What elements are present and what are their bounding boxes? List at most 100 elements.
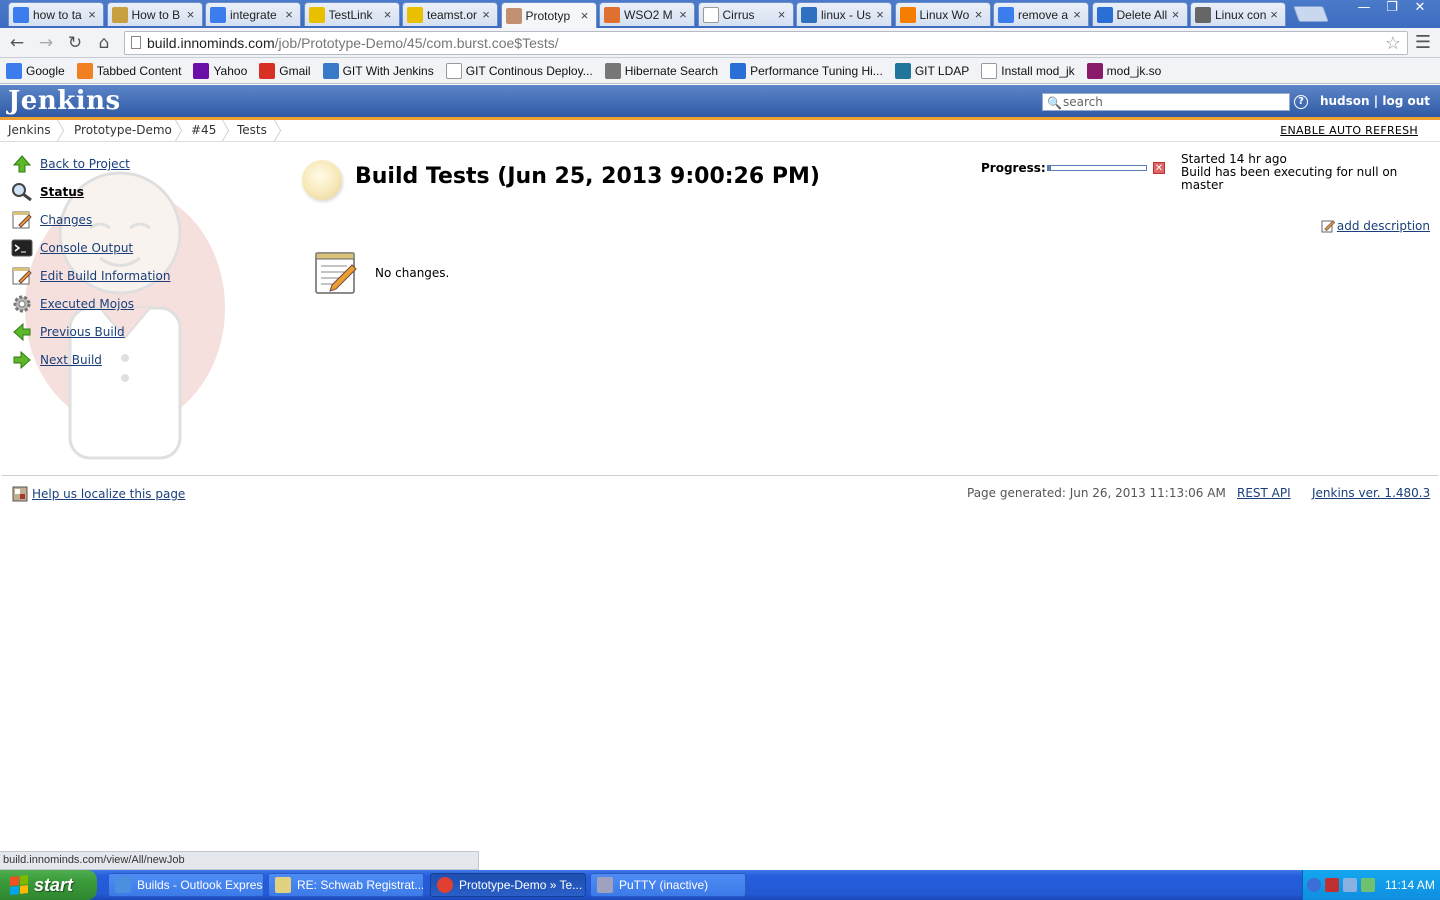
bookmark-item[interactable]: Performance Tuning Hi... (730, 62, 883, 79)
address-bar[interactable]: build.innominds.com/job/Prototype-Demo/4… (124, 31, 1408, 55)
tray-arrow-icon[interactable] (1307, 878, 1321, 892)
page-icon (702, 6, 719, 23)
task-link[interactable]: Status (40, 185, 84, 199)
breadcrumb: Jenkins Prototype-Demo #45 Tests ENABLE … (0, 120, 1440, 142)
add-description-link[interactable]: add description (1337, 219, 1430, 233)
tab-close-icon[interactable]: × (1267, 7, 1281, 22)
stop-build-icon[interactable]: ✕ (1153, 162, 1165, 174)
browser-tab[interactable]: Cirrus × (697, 2, 794, 26)
bookmark-item[interactable]: GIT With Jenkins (322, 62, 434, 79)
tab-close-icon[interactable]: × (1169, 7, 1183, 22)
bookmark-item[interactable]: GIT LDAP (894, 62, 969, 79)
browser-tab[interactable]: WSO2 M × (599, 2, 695, 26)
browser-tab[interactable]: teamst.or × (402, 2, 498, 26)
tray-security-icon[interactable] (1325, 878, 1339, 892)
tab-close-icon[interactable]: × (676, 7, 690, 22)
bookmark-item[interactable]: mod_jk.so (1086, 62, 1161, 79)
browser-tab[interactable]: Prototyp × (500, 2, 597, 28)
bookmark-item[interactable]: GIT Continous Deploy... (445, 62, 593, 79)
jboss-icon (604, 62, 621, 79)
task-link[interactable]: Console Output (40, 241, 133, 255)
browser-tab[interactable]: integrate × (205, 2, 301, 26)
browser-tab[interactable]: Linux con × (1190, 2, 1286, 26)
window-controls: — ❐ ✕ (1350, 0, 1434, 18)
bookmark-item[interactable]: Yahoo (193, 62, 247, 79)
help-icon[interactable]: ? (1294, 95, 1308, 109)
new-tab-button[interactable] (1293, 6, 1329, 22)
task-link[interactable]: Executed Mojos (40, 297, 134, 311)
breadcrumb-tests[interactable]: Tests (237, 123, 267, 137)
browser-tab[interactable]: linux - Us × (796, 2, 892, 26)
tab-close-icon[interactable]: × (972, 7, 986, 22)
jenkins-logo[interactable]: Jenkins (8, 86, 121, 116)
taskbar-item[interactable]: RE: Schwab Registrat... (268, 873, 424, 897)
task-status[interactable]: Status (10, 180, 84, 204)
rest-api-link[interactable]: REST API (1237, 486, 1291, 500)
bookmark-star-icon[interactable]: ☆ (1385, 32, 1401, 54)
start-button[interactable]: start (0, 870, 97, 900)
tab-close-icon[interactable]: × (381, 7, 395, 22)
task-link[interactable]: Previous Build (40, 325, 125, 339)
logout-link[interactable]: log out (1382, 94, 1430, 108)
taskbar-item[interactable]: PuTTY (inactive) (590, 873, 746, 897)
task-edit-build-information[interactable]: Edit Build Information (10, 264, 170, 288)
bookmark-item[interactable]: Hibernate Search (604, 62, 718, 79)
windows-taskbar: start Builds - Outlook Express RE: Schwab… (0, 870, 1440, 900)
browser-tab[interactable]: Delete All × (1091, 2, 1188, 26)
tab-close-icon[interactable]: × (775, 7, 789, 22)
close-window-button[interactable]: ✕ (1406, 0, 1434, 18)
breadcrumb-build[interactable]: #45 (191, 123, 216, 137)
menu-icon[interactable]: ☰ (1414, 33, 1432, 53)
breadcrumb-project[interactable]: Prototype-Demo (74, 123, 172, 137)
bookmark-label: Gmail (279, 63, 311, 78)
page-icon (981, 62, 998, 79)
tray-volume-icon[interactable] (1361, 878, 1375, 892)
task-changes[interactable]: Changes (10, 208, 92, 232)
task-link[interactable]: Next Build (40, 353, 102, 367)
restore-button[interactable]: ❐ (1378, 0, 1406, 18)
browser-tab[interactable]: Linux Wo × (894, 2, 991, 26)
forward-arrow-icon[interactable]: → (35, 33, 57, 53)
taskbar-item[interactable]: Prototype-Demo » Te... (430, 873, 586, 897)
tab-close-icon[interactable]: × (85, 7, 99, 22)
reload-icon[interactable]: ↻ (64, 33, 86, 53)
tab-close-icon[interactable]: × (184, 7, 198, 22)
breadcrumb-jenkins[interactable]: Jenkins (8, 123, 51, 137)
taskbar-item[interactable]: Builds - Outlook Express (108, 873, 264, 897)
user-link[interactable]: hudson (1320, 94, 1370, 108)
minimize-button[interactable]: — (1350, 0, 1378, 18)
home-icon[interactable]: ⌂ (93, 33, 115, 53)
tab-close-icon[interactable]: × (578, 8, 592, 23)
tab-close-icon[interactable]: × (1070, 7, 1084, 22)
browser-tab[interactable]: How to B × (106, 2, 203, 26)
bookmark-label: Performance Tuning Hi... (750, 63, 883, 78)
search-input[interactable]: 🔍 search (1042, 93, 1290, 111)
bookmark-item[interactable]: Install mod_jk (981, 62, 1075, 79)
add-description: add description (1321, 219, 1430, 233)
app-icon (1096, 6, 1113, 23)
task-next-build[interactable]: Next Build (10, 348, 102, 372)
tab-close-icon[interactable]: × (479, 7, 493, 22)
bookmark-item[interactable]: Google (6, 62, 65, 79)
task-previous-build[interactable]: Previous Build (10, 320, 125, 344)
tray-network-icon[interactable] (1343, 878, 1357, 892)
task-link[interactable]: Changes (40, 213, 92, 227)
task-back-to-project[interactable]: Back to Project (10, 152, 130, 176)
page-generated-text: Page generated: Jun 26, 2013 11:13:06 AM (967, 486, 1226, 500)
task-console-output[interactable]: Console Output (10, 236, 133, 260)
browser-tab[interactable]: how to ta × (8, 2, 104, 26)
task-link[interactable]: Back to Project (40, 157, 130, 171)
back-arrow-icon[interactable]: ← (6, 33, 28, 53)
enable-auto-refresh-link[interactable]: ENABLE AUTO REFRESH (1280, 124, 1418, 137)
browser-tab[interactable]: remove a × (993, 2, 1089, 26)
tab-close-icon[interactable]: × (873, 7, 887, 22)
jenkins-version-link[interactable]: Jenkins ver. 1.480.3 (1312, 486, 1430, 500)
localize-link[interactable]: Help us localize this page (32, 487, 185, 501)
bookmark-item[interactable]: Gmail (259, 62, 311, 79)
browser-tab[interactable]: TestLink × (303, 2, 400, 26)
tab-label: Delete All (1116, 7, 1168, 22)
task-link[interactable]: Edit Build Information (40, 269, 170, 283)
tab-close-icon[interactable]: × (282, 7, 296, 22)
task-executed-mojos[interactable]: Executed Mojos (10, 292, 134, 316)
bookmark-item[interactable]: Tabbed Content (76, 62, 181, 79)
